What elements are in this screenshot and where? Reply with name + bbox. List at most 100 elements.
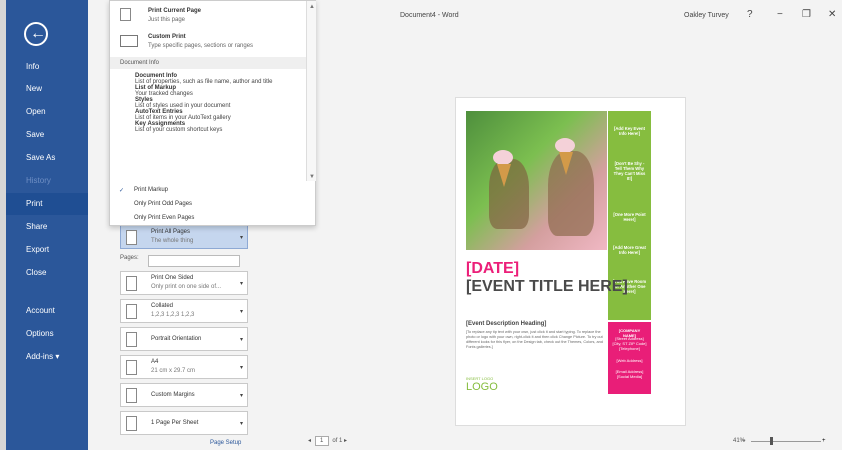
sidebar-item-add-ins[interactable]: Add-ins ▾ <box>6 346 88 368</box>
sidebar-item-close[interactable]: Close <box>6 262 88 284</box>
pages-per-sheet-label: 1 Page Per Sheet <box>151 420 199 426</box>
sidebar-item-print[interactable]: Print <box>6 193 88 215</box>
company-address: [Street Address] [City, ST ZIP Code] [Te… <box>612 336 647 351</box>
green-item-4: [Add More Great Info Here!] <box>613 245 646 255</box>
orientation-label: Portrait Orientation <box>151 336 202 342</box>
print-current-page-option[interactable]: Print Current Page Just this page <box>110 7 306 25</box>
sidebar-item-save[interactable]: Save <box>6 124 88 146</box>
all-pages-desc: The whole thing <box>151 238 194 244</box>
sidebar-item-options[interactable]: Options <box>6 323 88 345</box>
print-pages-dropdown-menu: Print Current Page Just this page Custom… <box>109 0 316 226</box>
sidebar-item-open[interactable]: Open <box>6 101 88 123</box>
custom-print-option[interactable]: Custom Print Type specific pages, sectio… <box>110 33 306 53</box>
flyer-pink-panel: [COMPANY NAME] [Street Address] [City, S… <box>608 322 651 394</box>
print-one-sided-dropdown[interactable]: Print One Sided Only print on one side o… <box>120 271 248 295</box>
green-item-2: [Don't Be Shy - Tell Them Why They Can't… <box>613 161 646 181</box>
sidebar-item-account[interactable]: Account <box>6 300 88 322</box>
page-count: of 1 <box>332 438 343 444</box>
pages-row: Pages: <box>120 255 248 269</box>
document-info-section: Document Info <box>110 57 306 69</box>
zoom-slider-thumb[interactable] <box>770 437 773 445</box>
zoom-slider[interactable] <box>751 441 821 442</box>
green-item-3: [One More Point Here!] <box>613 212 646 222</box>
chevron-down-icon: ▾ <box>239 281 243 287</box>
chevron-down-icon: ▾ <box>239 337 243 343</box>
zoom-in-button[interactable]: + <box>822 438 826 444</box>
even-pages-option[interactable]: Only Print Even Pages <box>134 215 194 221</box>
sidebar-item-share[interactable]: Share <box>6 216 88 238</box>
zoom-out-button[interactable]: − <box>742 438 746 444</box>
ice-cream-cone-one <box>497 164 511 187</box>
checkmark-icon: ✓ <box>119 188 125 194</box>
logo-text: LOGO <box>466 381 498 393</box>
print-settings-panel: Print All Pages The whole thing ▾ Pages:… <box>120 225 250 450</box>
social-address: [Email Address] [Social Media] <box>615 369 644 379</box>
margins-dropdown[interactable]: Custom Margins ▾ <box>120 383 248 407</box>
sidebar-item-history: History <box>26 176 51 185</box>
print-markup-option[interactable]: ✓ Print Markup <box>119 187 168 194</box>
description-heading: [Event Description Heading] <box>466 321 547 327</box>
sidebar-item-export[interactable]: Export <box>6 239 88 261</box>
document-preview: [Add Key Event Info Here!] [Don't Be Shy… <box>455 97 686 426</box>
ice-cream-scoop-two <box>555 138 575 153</box>
web-address: [Web Address] <box>616 358 643 363</box>
one-sided-label: Print One Sided <box>151 275 194 281</box>
scroll-up-icon[interactable]: ▲ <box>309 4 315 10</box>
margins-label: Custom Margins <box>151 392 195 398</box>
chevron-down-icon: ▾ <box>239 309 243 315</box>
backstage-sidebar: ← Info New Open Save Save As History Pri… <box>6 0 88 450</box>
odd-pages-option[interactable]: Only Print Odd Pages <box>134 201 192 207</box>
pages-label: Pages: <box>120 255 139 261</box>
paper-icon <box>126 360 137 375</box>
pages-per-sheet-dropdown[interactable]: 1 Page Per Sheet ▾ <box>120 411 248 435</box>
pages-icon <box>126 230 137 245</box>
back-arrow-icon: ← <box>30 25 46 42</box>
scroll-down-icon[interactable]: ▼ <box>309 174 315 180</box>
description-text: [To replace any tip text with your own, … <box>466 330 603 349</box>
current-page-icon <box>120 8 131 21</box>
page-setup-link[interactable]: Page Setup <box>210 440 241 446</box>
user-name[interactable]: Oakley Turvey <box>684 12 729 19</box>
custom-print-label: Custom Print <box>148 34 186 40</box>
sidebar-item-info[interactable]: Info <box>6 56 88 78</box>
collated-dropdown[interactable]: Collated 1,2,3 1,2,3 1,2,3 ▾ <box>120 299 248 323</box>
paper-label: A4 <box>151 359 159 365</box>
sheet-icon <box>126 416 137 431</box>
restore-button[interactable]: ❐ <box>802 9 811 20</box>
page-number-input[interactable]: 1 <box>314 436 329 446</box>
portrait-icon <box>126 332 137 347</box>
margins-icon <box>126 388 137 403</box>
next-page-icon[interactable]: ▸ <box>344 438 347 444</box>
chevron-down-icon: ▾ <box>239 393 243 399</box>
one-sided-desc: Only print on one side of... <box>151 284 222 290</box>
back-button[interactable]: ← <box>24 22 48 46</box>
dropdown-scrollbar[interactable]: ▲ ▼ <box>306 1 316 181</box>
close-button[interactable]: ✕ <box>828 9 836 20</box>
help-button[interactable]: ? <box>747 9 753 20</box>
all-pages-label: Print All Pages <box>151 229 191 235</box>
chevron-down-icon: ▾ <box>239 421 243 427</box>
pages-input[interactable] <box>148 255 240 267</box>
orientation-dropdown[interactable]: Portrait Orientation ▾ <box>120 327 248 351</box>
paper-size-dropdown[interactable]: A4 21 cm x 29.7 cm ▾ <box>120 355 248 379</box>
print-all-pages-dropdown[interactable]: Print All Pages The whole thing ▾ <box>120 225 248 249</box>
document-info-list: Document Info List of properties, such a… <box>135 73 272 133</box>
chevron-down-icon: ▾ <box>239 365 243 371</box>
green-item-1: [Add Key Event Info Here!] <box>614 126 645 136</box>
page-navigator: ◂ 1 of 1 ▸ <box>308 436 347 446</box>
flyer-date: [DATE] <box>466 260 520 277</box>
custom-print-icon <box>120 35 138 47</box>
collate-icon <box>126 304 137 319</box>
print-current-page-label: Print Current Page <box>148 8 202 14</box>
previous-page-icon[interactable]: ◂ <box>308 438 311 444</box>
ice-cream-scoop-one <box>493 150 513 165</box>
window-title: Document4 - Word <box>400 12 459 19</box>
minimize-button[interactable]: − <box>777 9 783 20</box>
collated-label: Collated <box>151 303 174 309</box>
print-current-page-desc: Just this page <box>148 17 186 23</box>
sidebar-item-new[interactable]: New <box>6 78 88 100</box>
sidebar-item-save-as[interactable]: Save As <box>6 147 88 169</box>
flyer-event-title: [EVENT TITLE HERE] <box>466 278 628 295</box>
page-icon <box>126 276 137 291</box>
ice-cream-cone-two <box>559 152 573 175</box>
